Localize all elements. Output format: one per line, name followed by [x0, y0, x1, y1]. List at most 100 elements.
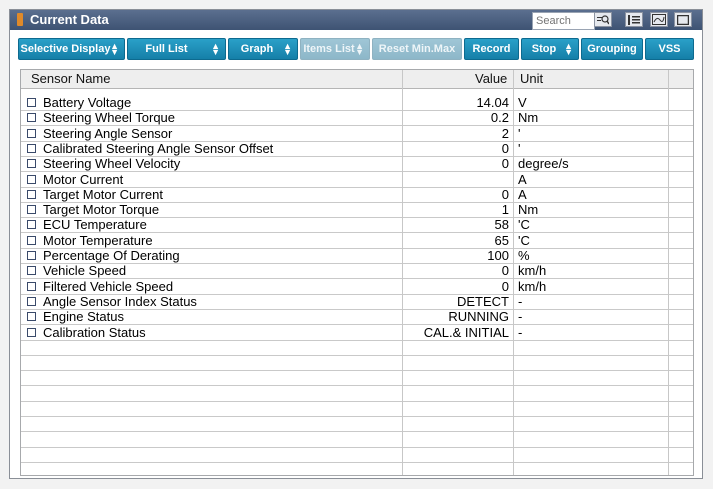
table-row[interactable]: Filtered Vehicle Speed 0 km/h	[21, 279, 693, 294]
window-title: Current Data	[30, 12, 109, 27]
table-row[interactable]: Battery Voltage 14.04 V	[21, 95, 693, 110]
table-row[interactable]: Calibration Status CAL.& INITIAL -	[21, 325, 693, 340]
updown-icon: ▲ ▼	[564, 41, 573, 57]
search-input[interactable]	[532, 12, 595, 30]
sensor-value: 0	[501, 156, 509, 172]
row-checkbox[interactable]	[27, 128, 36, 138]
sensor-unit: degree/s	[518, 156, 569, 172]
sensor-name: Vehicle Speed	[43, 263, 127, 279]
sensor-value: 0	[501, 186, 509, 202]
vss-button[interactable]: VSS	[645, 38, 694, 60]
selective-display-label: Selective Display	[20, 43, 111, 55]
full-list-label: Full List	[145, 43, 188, 55]
sensor-unit: %	[518, 248, 530, 263]
row-divider	[21, 446, 693, 448]
table-row[interactable]: Angle Sensor Index Status DETECT -	[21, 294, 693, 309]
sensor-unit: -	[518, 293, 523, 309]
table-row[interactable]: Percentage Of Derating 100%	[21, 248, 693, 263]
header-unit[interactable]: Unit	[520, 71, 543, 86]
sensor-name: Steering Wheel Torque	[43, 110, 176, 126]
sensor-name: Motor Temperature	[43, 232, 153, 248]
row-checkbox[interactable]	[27, 205, 36, 215]
updown-icon: ▲ ▼	[110, 41, 119, 57]
sensor-name: Calibrated Steering Angle Sensor Offset	[43, 140, 274, 156]
sensor-unit: A	[518, 186, 527, 202]
updown-icon: ▲ ▼	[355, 41, 364, 57]
row-checkbox[interactable]	[27, 189, 36, 199]
table-header: Sensor Name Value Unit	[21, 70, 693, 89]
sensor-unit: 'C	[518, 232, 530, 248]
header-sensor-name[interactable]: Sensor Name	[31, 71, 110, 86]
list-view-button[interactable]	[625, 12, 643, 27]
row-checkbox[interactable]	[27, 312, 36, 322]
table-row[interactable]: Engine Status RUNNING -	[21, 309, 693, 324]
items-list-label: Items List	[303, 43, 355, 55]
table-row[interactable]: Target Motor Torque 1 Nm	[21, 202, 693, 217]
row-checkbox[interactable]	[27, 296, 36, 306]
column-divider	[668, 70, 669, 475]
items-list-dropdown[interactable]: Items List ▲ ▼	[300, 38, 370, 60]
window-icon	[677, 14, 689, 25]
row-divider	[21, 339, 693, 341]
row-checkbox[interactable]	[27, 98, 36, 107]
table-row[interactable]: Steering Wheel Velocity 0 degree/s	[21, 156, 693, 171]
row-checkbox[interactable]	[27, 220, 36, 230]
sensor-name: ECU Temperature	[43, 217, 147, 233]
sensor-name: Steering Wheel Velocity	[43, 156, 181, 172]
sensor-value: 2	[501, 125, 509, 141]
record-label: Record	[472, 43, 511, 55]
table-row[interactable]: ECU Temperature 58 'C	[21, 217, 693, 232]
sensor-unit: km/h	[518, 263, 547, 279]
sensor-name: Target Motor Current	[43, 186, 163, 202]
row-checkbox[interactable]	[27, 266, 36, 276]
row-checkbox[interactable]	[27, 159, 36, 169]
header-value[interactable]: Value	[475, 71, 507, 86]
sensor-value: 100	[487, 248, 509, 263]
window-toggle-button[interactable]	[674, 12, 692, 27]
current-data-window: Current Data Selective Display▲▼ Full Li…	[9, 9, 703, 479]
sensor-name: Target Motor Torque	[43, 202, 160, 218]
sensor-table: Sensor Name Value Unit Battery Voltage 14…	[20, 69, 694, 476]
row-checkbox[interactable]	[27, 327, 36, 337]
table-row[interactable]: Motor Temperature 65 'C	[21, 233, 693, 248]
grouping-button[interactable]: Grouping	[581, 38, 643, 60]
table-row[interactable]: Steering Angle Sensor 2 '	[21, 126, 693, 141]
table-row[interactable]: Steering Wheel Torque 0.2 Nm	[21, 110, 693, 125]
sensor-unit: '	[518, 140, 521, 156]
sensor-name: Percentage Of Derating	[43, 248, 180, 263]
row-divider	[21, 431, 693, 433]
table-row[interactable]: Target Motor Current 0 A	[21, 187, 693, 202]
sensor-unit: Nm	[518, 110, 539, 126]
title-bar: Current Data	[10, 10, 702, 30]
record-button[interactable]: Record	[464, 38, 519, 60]
row-checkbox[interactable]	[27, 281, 36, 291]
row-checkbox[interactable]	[27, 174, 36, 184]
full-list-dropdown[interactable]: Full List ▲ ▼	[127, 38, 226, 60]
sensor-value: 14.04	[476, 95, 509, 110]
grouping-label: Grouping	[587, 43, 637, 55]
sensor-value: 0.2	[490, 110, 509, 126]
magnifier-icon	[597, 14, 609, 24]
reset-min-max-button[interactable]: Reset Min.Max	[372, 38, 462, 60]
list-icon	[628, 14, 640, 25]
sensor-value: RUNNING	[448, 309, 509, 325]
sensor-value: DETECT	[457, 293, 509, 309]
sensor-unit: km/h	[518, 278, 547, 294]
table-row[interactable]: Motor Current A	[21, 172, 693, 187]
table-row[interactable]: Vehicle Speed 0 km/h	[21, 263, 693, 278]
stop-dropdown[interactable]: Stop ▲ ▼	[521, 38, 579, 60]
row-checkbox[interactable]	[27, 143, 36, 153]
row-checkbox[interactable]	[27, 235, 36, 245]
table-row[interactable]: Calibrated Steering Angle Sensor Offset 0…	[21, 141, 693, 156]
row-checkbox[interactable]	[27, 251, 36, 260]
sensor-name: Battery Voltage	[43, 95, 132, 110]
selective-display-dropdown[interactable]: Selective Display ▲ ▼	[18, 38, 125, 60]
row-checkbox[interactable]	[27, 113, 36, 123]
graph-dropdown[interactable]: Graph ▲ ▼	[228, 38, 298, 60]
sensor-value: 65	[494, 232, 509, 248]
row-divider	[21, 400, 693, 402]
sensor-unit: Nm	[518, 202, 539, 218]
fix-tv-button[interactable]	[650, 12, 668, 27]
sensor-value: 58	[494, 217, 509, 233]
search-button[interactable]	[594, 12, 612, 27]
